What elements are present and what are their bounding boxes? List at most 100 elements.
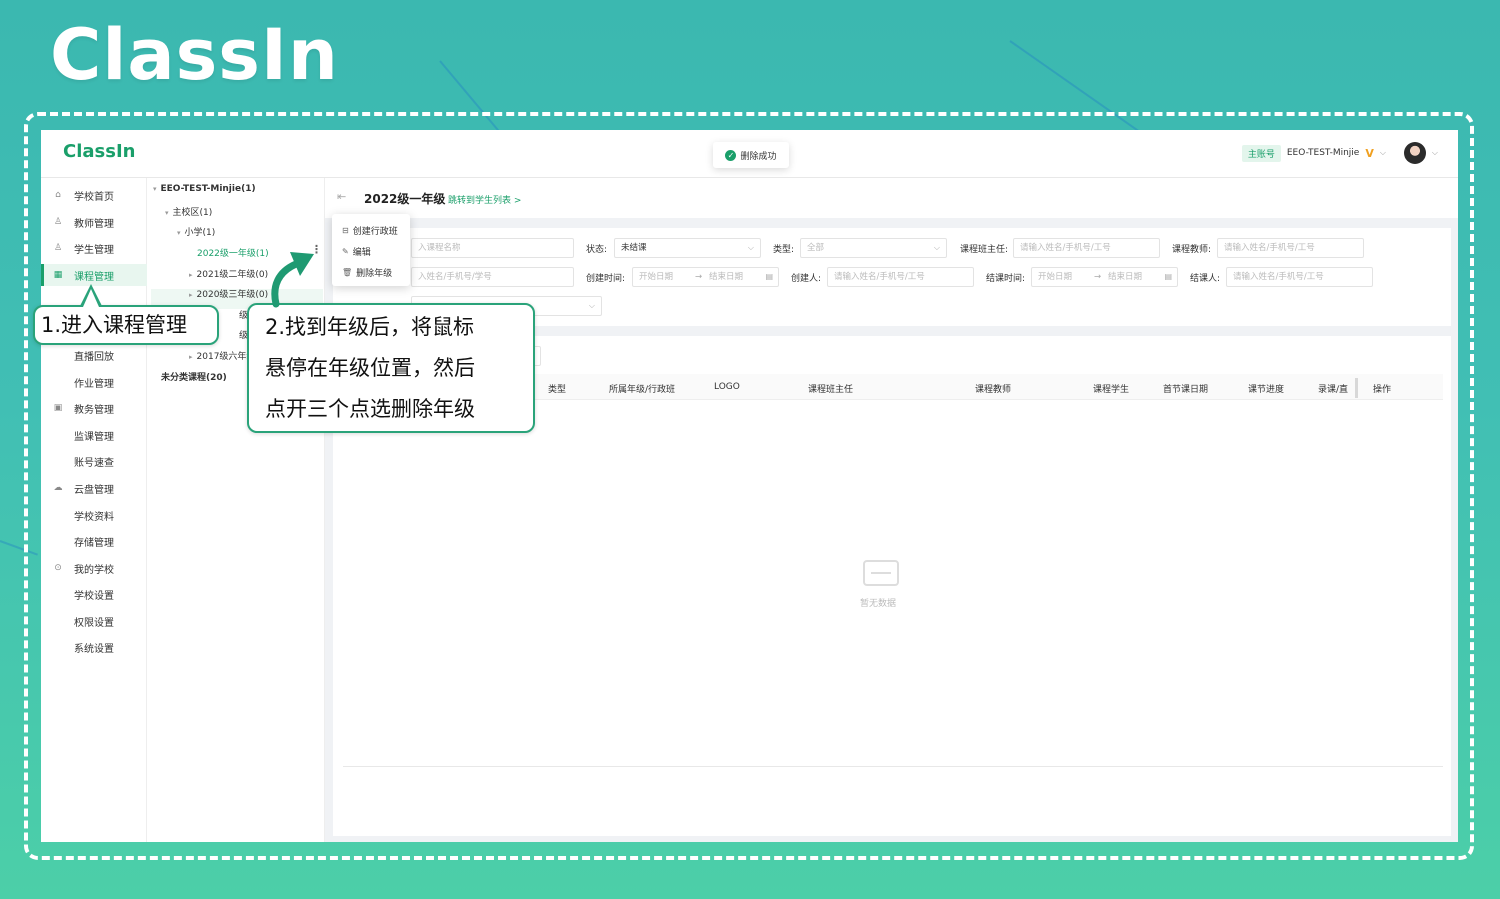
tree-node-label: 2020级三年级(0) <box>196 290 269 300</box>
sidebar-item-teachers[interactable]: ♙ 教师管理 <box>41 211 147 233</box>
tree-node-label: 主校区(1) <box>172 208 213 218</box>
tree-node-label: 2021级二年级(0) <box>196 270 269 280</box>
sidebar-item-permissions[interactable]: 权限设置 <box>41 610 147 632</box>
course-name-input[interactable]: 入课程名称 <box>411 238 574 258</box>
check-circle-icon: ✓ <box>725 149 737 161</box>
sidebar-item-replay[interactable]: 直播回放 <box>41 344 147 366</box>
tree-node-root[interactable]: ▾ EEO-TEST-Minjie(1) <box>153 184 256 194</box>
status-label: 状态: <box>586 245 608 255</box>
column-header: 首节课日期 <box>1163 385 1209 395</box>
tree-node-grade[interactable]: ▸ 2017级六年级 <box>189 349 255 362</box>
sidebar-item-label: 云盘管理 <box>74 484 114 496</box>
closed-date-range[interactable]: 开始日期 → 结束日期 ▤ <box>1031 267 1178 287</box>
closer-input[interactable]: 请输入姓名/手机号/工号 <box>1226 267 1373 287</box>
home-icon: ⌂ <box>55 190 61 200</box>
calendar-icon: ▤ <box>1164 272 1172 281</box>
sidebar-item-cloud[interactable]: ☁ 云盘管理 <box>41 477 147 499</box>
column-header: 类型 <box>548 385 567 395</box>
sidebar-item-label: 监课管理 <box>74 431 114 443</box>
toast-text: 删除成功 <box>740 151 777 162</box>
vip-icon: V <box>1365 146 1374 160</box>
sidebar-item-storage[interactable]: 存储管理 <box>41 530 147 552</box>
cloud-icon: ☁ <box>53 483 63 493</box>
tree-node-label: 2022级一年级(1) <box>197 249 269 259</box>
page-title: 2022级一年级 <box>364 192 446 206</box>
creator-label: 创建人: <box>791 274 822 284</box>
brand-logo: ClassIn <box>50 14 339 96</box>
tree-node-uncategorized[interactable]: 未分类课程(20) <box>161 370 227 383</box>
tree-node-campus[interactable]: ▾ 主校区(1) <box>165 205 212 218</box>
account-badge: 主账号 <box>1241 144 1281 162</box>
menu-item-label: 创建行政班 <box>352 227 398 237</box>
sidebar-item-label: 学校资料 <box>74 511 114 523</box>
sidebar-item-students[interactable]: ♙ 学生管理 <box>41 237 147 259</box>
calendar-icon: ▤ <box>765 272 773 281</box>
form-icon: ⊟ <box>342 226 349 235</box>
jump-to-students-link[interactable]: 跳转到学生列表 > <box>448 193 521 206</box>
grid-icon: ▦ <box>53 270 63 280</box>
chevron-down-icon: ⌵ <box>933 243 940 252</box>
sidebar-item-my-school[interactable]: ⊙ 我的学校 <box>41 557 147 579</box>
sidebar-item-label: 我的学校 <box>74 564 114 576</box>
tree-node-school[interactable]: ▾ 小学(1) <box>177 225 215 238</box>
column-resize-handle[interactable] <box>1355 378 1358 398</box>
tree-node-grade[interactable]: 2022级一年级(1) <box>197 246 269 259</box>
menu-item-create-class[interactable]: ⊟ 创建行政班 <box>332 220 410 241</box>
sidebar-item-label: 存储管理 <box>74 537 114 549</box>
callout-step-2: 2.找到年级后，将鼠标 悬停在年级位置，然后 点开三个点选删除年级 <box>247 303 535 433</box>
account-name[interactable]: EEO-TEST-Minjie <box>1287 148 1359 158</box>
column-header: 课节进度 <box>1248 385 1285 395</box>
creator-input[interactable]: 请输入姓名/手机号/工号 <box>827 267 974 287</box>
head-teacher-input[interactable]: 请输入姓名/手机号/工号 <box>1013 238 1160 258</box>
student-input[interactable]: 入姓名/手机号/学号 <box>411 267 574 287</box>
menu-item-delete-grade[interactable]: 🗑 删除年级 <box>332 262 410 283</box>
chevron-down-icon[interactable]: ⌵ <box>1380 148 1386 158</box>
callout-line: 点开三个点选删除年级 <box>265 397 475 421</box>
range-arrow: → <box>695 272 703 282</box>
settings-icon: ⊙ <box>54 563 62 573</box>
column-header: 课程学生 <box>1093 385 1130 395</box>
tree-node-label: 未分类课程(20) <box>161 373 227 383</box>
users-icon: ♙ <box>53 243 63 253</box>
sidebar-item-courses[interactable]: ▦ 课程管理 <box>41 264 147 286</box>
sidebar-item-monitor[interactable]: 监课管理 <box>41 424 147 446</box>
grade-context-menu: ⊟ 创建行政班 ✎ 编辑 🗑 删除年级 <box>332 214 410 286</box>
sidebar-item-academic[interactable]: ▣ 教务管理 <box>41 397 147 419</box>
created-date-range[interactable]: 开始日期 → 结束日期 ▤ <box>632 267 779 287</box>
sidebar-item-home[interactable]: ⌂ 学校首页 <box>41 184 147 206</box>
status-select[interactable]: 未结课 ⌵ <box>614 238 761 258</box>
column-header: 录课/直 <box>1318 385 1349 395</box>
end-date: 结束日期 <box>1108 272 1143 282</box>
closed-time-label: 结课时间: <box>986 274 1026 284</box>
sidebar-item-label: 教师管理 <box>74 218 114 230</box>
column-header: LOGO <box>714 382 740 392</box>
type-value: 全部 <box>807 243 825 253</box>
sidebar-item-system[interactable]: 系统设置 <box>41 636 147 658</box>
empty-inbox-icon <box>863 560 899 586</box>
sidebar-item-label: 账号速查 <box>74 457 114 469</box>
sidebar-item-account-lookup[interactable]: 账号速查 <box>41 450 147 472</box>
sidebar-item-school-settings[interactable]: 学校设置 <box>41 583 147 605</box>
tree-node-grade[interactable]: ▸ 2021级二年级(0) <box>189 267 268 280</box>
collapse-icon[interactable]: ⇤ <box>337 190 346 203</box>
edit-icon: ✎ <box>342 247 349 256</box>
account-area[interactable]: 主账号 EEO-TEST-Minjie V ⌵ ⌵ <box>1241 142 1438 164</box>
top-bar: ClassIn ✓ 删除成功 主账号 EEO-TEST-Minjie V ⌵ ⌵ <box>41 130 1458 178</box>
menu-item-edit[interactable]: ✎ 编辑 <box>332 241 410 262</box>
sidebar-nav: ⌂ 学校首页 ♙ 教师管理 ♙ 学生管理 ▦ 课程管理 直播回放 作业管理 ▣ 教务管理 … <box>41 178 147 842</box>
avatar[interactable] <box>1403 142 1426 164</box>
sidebar-item-homework[interactable]: 作业管理 <box>41 371 147 393</box>
callout-step-1: 1.进入课程管理 <box>33 305 219 345</box>
teacher-input[interactable]: 请输入姓名/手机号/工号 <box>1217 238 1364 258</box>
app-logo: ClassIn <box>63 141 136 162</box>
success-toast: ✓ 删除成功 <box>713 142 789 168</box>
column-header: 课程班主任 <box>808 385 854 395</box>
end-date: 结束日期 <box>709 272 744 282</box>
tree-node-grade[interactable]: ▸ 2020级三年级(0) <box>189 287 268 300</box>
sidebar-item-label: 权限设置 <box>74 617 114 629</box>
type-select[interactable]: 全部 ⌵ <box>800 238 947 258</box>
tree-node-label: 小学(1) <box>184 228 216 238</box>
sidebar-item-school-files[interactable]: 学校资料 <box>41 504 147 526</box>
sidebar-item-label: 教务管理 <box>74 404 114 416</box>
chevron-down-icon[interactable]: ⌵ <box>1432 148 1438 158</box>
